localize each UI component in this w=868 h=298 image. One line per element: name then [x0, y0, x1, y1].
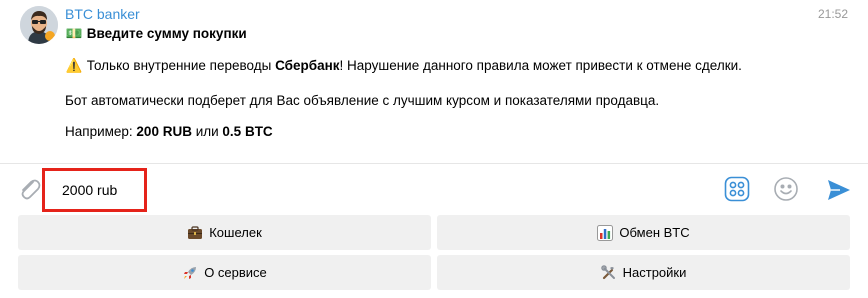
settings-button[interactable]: Настройки: [437, 255, 850, 290]
rocket-icon: [182, 265, 198, 281]
wallet-button-label: Кошелек: [209, 225, 262, 240]
message-title-line: 💵 Введите сумму покупки: [65, 26, 247, 42]
example-btc: 0.5 BTC: [222, 124, 273, 139]
message-composer: 2000 rub: [0, 164, 868, 214]
warning-bank: Сбербанк: [275, 58, 340, 73]
paperclip-icon[interactable]: [14, 174, 44, 204]
auto-select-text: Бот автоматически подберет для Вас объяв…: [65, 93, 660, 108]
send-icon[interactable]: [826, 177, 852, 203]
example-label: Например:: [65, 124, 137, 139]
tools-icon: [600, 264, 617, 281]
warning-line: ⚠️ Только внутренние переводы Сбербанк! …: [65, 58, 742, 74]
exchange-button-label: Обмен BTC: [619, 225, 690, 240]
about-button-label: О сервисе: [204, 265, 267, 280]
warning-text-end: ! Нарушение данного правила может привес…: [339, 58, 742, 73]
briefcase-icon: [187, 225, 203, 241]
message-input[interactable]: 2000 rub: [42, 168, 147, 212]
bot-commands-icon[interactable]: [724, 176, 750, 202]
message-time: 21:52: [817, 7, 848, 21]
warning-text-start: Только внутренние переводы: [86, 58, 276, 73]
example-rub: 200 RUB: [136, 124, 192, 139]
message-title: Введите сумму покупки: [86, 26, 247, 41]
exchange-button[interactable]: Обмен BTC: [437, 215, 850, 250]
smile-icon[interactable]: [773, 176, 799, 202]
warning-icon: ⚠️: [65, 58, 83, 73]
wallet-button[interactable]: Кошелек: [18, 215, 431, 250]
sender-name[interactable]: BTC banker: [65, 6, 140, 22]
settings-button-label: Настройки: [622, 265, 687, 280]
about-button[interactable]: О сервисе: [18, 255, 431, 290]
example-line: Например: 200 RUB или 0.5 BTC: [65, 124, 273, 139]
bot-message: BTC banker 21:52 💵 Введите сумму покупки…: [0, 0, 868, 163]
bar-chart-icon: [597, 224, 614, 241]
avatar[interactable]: [20, 6, 58, 44]
example-or: или: [191, 124, 223, 139]
money-icon: 💵: [65, 26, 83, 41]
